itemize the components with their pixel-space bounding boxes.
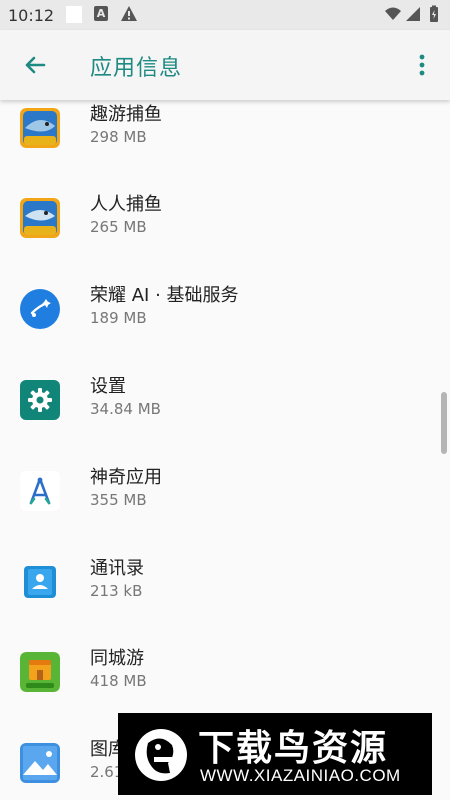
app-list-item[interactable]: 通讯录 213 kB (0, 558, 450, 652)
gallery-icon (20, 743, 60, 783)
contacts-icon (24, 566, 56, 598)
wifi-icon (385, 7, 401, 20)
app-size: 355 MB (90, 491, 147, 509)
app-name: 同城游 (90, 648, 144, 669)
honor-ai-icon (20, 289, 60, 329)
app-list-item[interactable]: 人人捕鱼 265 MB (0, 194, 450, 288)
bird-logo-icon (135, 729, 187, 781)
app-name: 趣游捕鱼 (90, 104, 162, 125)
status-bar: 10:12 A (0, 0, 450, 30)
tongchengyou-icon (20, 652, 60, 692)
signal-icon (406, 7, 420, 21)
fish-game-icon (20, 198, 60, 238)
app-size: 298 MB (90, 128, 147, 146)
app-list-item[interactable]: 设置 34.84 MB (0, 376, 450, 470)
back-arrow-icon[interactable] (20, 50, 50, 80)
app-size: 34.84 MB (90, 400, 161, 418)
app-list-item[interactable]: 神奇应用 355 MB (0, 467, 450, 561)
notification-blank-icon (66, 6, 82, 23)
notification-a-icon: A (94, 6, 108, 21)
app-list-item[interactable]: 趣游捕鱼 298 MB (0, 104, 450, 198)
watermark-title: 下载鸟资源 (198, 728, 389, 769)
status-right-icons (385, 5, 438, 22)
app-bar: 应用信息 (0, 30, 450, 100)
watermark-banner: 下载鸟资源 WWW.XIAZAINIAO.COM (118, 713, 432, 795)
app-name: 神奇应用 (90, 467, 162, 488)
app-list-item[interactable]: 荣耀 AI · 基础服务 189 MB (0, 285, 450, 379)
warning-icon (121, 6, 137, 21)
app-name: 人人捕鱼 (90, 194, 162, 215)
page-title: 应用信息 (90, 56, 183, 81)
scrollbar-thumb[interactable] (441, 392, 447, 454)
app-name: 设置 (90, 376, 126, 397)
settings-gear-icon (20, 380, 60, 420)
status-time: 10:12 (8, 6, 55, 25)
compass-app-icon (20, 471, 60, 511)
app-name: 荣耀 AI · 基础服务 (90, 285, 239, 306)
fish-game-icon (20, 108, 60, 148)
app-size: 213 kB (90, 582, 143, 600)
app-size: 418 MB (90, 672, 147, 690)
more-options-icon[interactable] (410, 50, 434, 80)
watermark-url: WWW.XIAZAINIAO.COM (200, 766, 401, 785)
app-name: 通讯录 (90, 558, 144, 579)
battery-icon (430, 5, 438, 22)
app-size: 265 MB (90, 218, 147, 236)
app-size: 189 MB (90, 309, 147, 327)
app-list[interactable]: 趣游捕鱼 298 MB 人人捕鱼 265 MB 荣耀 AI · 基础服务 189… (0, 100, 450, 800)
